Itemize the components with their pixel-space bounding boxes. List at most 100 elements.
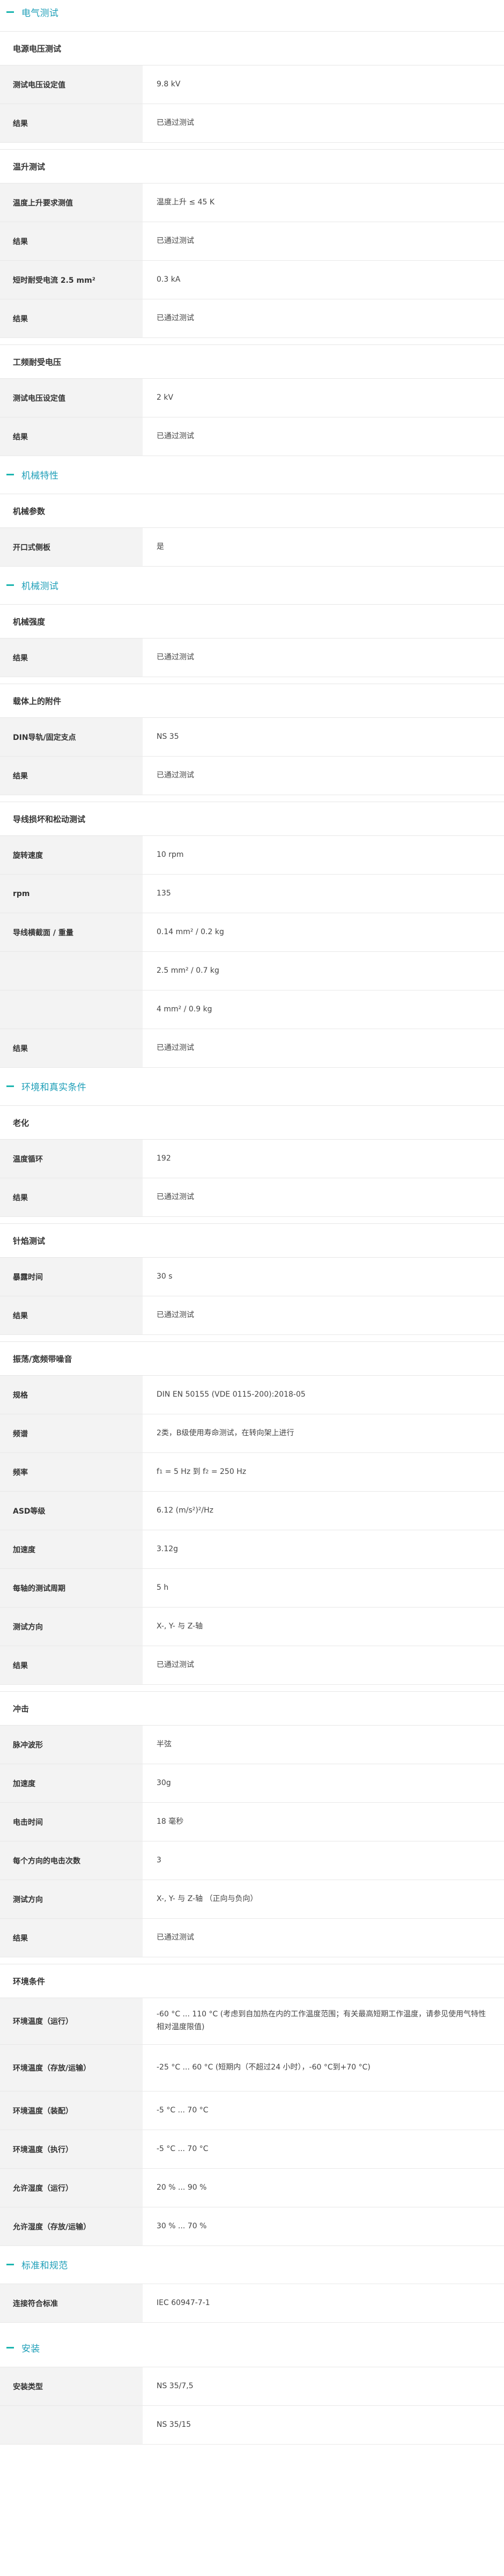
row-value: 192 bbox=[157, 1154, 171, 1163]
row-value: 30g bbox=[157, 1778, 171, 1787]
row-value: 2 kV bbox=[157, 393, 174, 402]
collapse-dash-icon bbox=[6, 584, 14, 586]
row-value: 0.14 mm² / 0.2 kg bbox=[157, 927, 224, 936]
row-label-empty bbox=[0, 2406, 143, 2444]
collapse-dash-icon bbox=[6, 11, 14, 13]
row-value: IEC 60947-7-1 bbox=[157, 2298, 210, 2307]
row-label: 允许湿度（存放/运输） bbox=[0, 2207, 143, 2245]
row-value-frequency: f1 = 5 Hz 到 f2 = 250 Hz bbox=[143, 1453, 504, 1491]
row-label: 结果 bbox=[0, 417, 143, 456]
table-row: 测试方向 X-, Y- 与 Z-轴 （正向与负向） bbox=[0, 1880, 504, 1919]
table-row: 短时耐受电流 2.5 mm² 0.3 kA bbox=[0, 261, 504, 299]
row-value: NS 35/7,5 bbox=[157, 2381, 194, 2390]
table-row: 环境温度（装配） -5 °C ... 70 °C bbox=[0, 2091, 504, 2130]
row-label: 允许湿度（运行） bbox=[0, 2169, 143, 2207]
row-label: 结果 bbox=[0, 1919, 143, 1957]
table-row: 结果 已通过测试 bbox=[0, 639, 504, 677]
table-row: 结果 已通过测试 bbox=[0, 757, 504, 795]
row-value: NS 35 bbox=[157, 732, 179, 741]
section-header-mechanical-props[interactable]: 机械特性 bbox=[0, 463, 504, 486]
row-label: 安装类型 bbox=[0, 2367, 143, 2405]
section-header-standards[interactable]: 标准和规范 bbox=[0, 2252, 504, 2276]
group-title: 机械参数 bbox=[0, 494, 504, 528]
row-label: 加速度 bbox=[0, 1764, 143, 1802]
table-row: 结果 已通过测试 bbox=[0, 1178, 504, 1217]
row-value: 已通过测试 bbox=[157, 313, 194, 322]
table-row: 电击时间 18 毫秒 bbox=[0, 1803, 504, 1841]
row-value: 18 毫秒 bbox=[157, 1817, 184, 1826]
table-row: 4 mm² / 0.9 kg bbox=[0, 990, 504, 1029]
row-label: DIN导轨/固定支点 bbox=[0, 718, 143, 756]
row-value: 已通过测试 bbox=[157, 236, 194, 245]
table-row: 结果 已通过测试 bbox=[0, 222, 504, 261]
row-label: 环境温度（装配） bbox=[0, 2091, 143, 2130]
row-label: 环境温度（执行） bbox=[0, 2130, 143, 2168]
row-label-empty bbox=[0, 990, 143, 1029]
collapse-dash-icon bbox=[6, 473, 14, 475]
row-label: 连接符合标准 bbox=[0, 2284, 143, 2322]
row-value: 3.12g bbox=[157, 1544, 179, 1553]
row-label: 测试方向 bbox=[0, 1608, 143, 1646]
table-row: 环境温度（存放/运输） -25 °C ... 60 °C (短期内（不超过24 … bbox=[0, 2045, 504, 2091]
row-label: 导线横截面 / 重量 bbox=[0, 913, 143, 951]
row-label: 每个方向的电击次数 bbox=[0, 1841, 143, 1880]
group-title: 振荡/宽频带噪音 bbox=[0, 1341, 504, 1376]
row-label: 开口式侧板 bbox=[0, 528, 143, 566]
group-title: 导线损坏和松动测试 bbox=[0, 802, 504, 836]
table-row: 温度循环 192 bbox=[0, 1140, 504, 1178]
row-value: 6.12 (m/s²)²/Hz bbox=[157, 1506, 214, 1515]
row-value: 135 bbox=[157, 889, 171, 898]
section-header-environment[interactable]: 环境和真实条件 bbox=[0, 1074, 504, 1098]
row-value: 2.5 mm² / 0.7 kg bbox=[157, 966, 219, 975]
freq-part: = 250 Hz bbox=[209, 1467, 247, 1476]
table-row: 安装类型 NS 35/7,5 bbox=[0, 2367, 504, 2406]
spec-page: 电气测试 电源电压测试 测试电压设定值 9.8 kV 结果 已通过测试 温升测试… bbox=[0, 0, 504, 2445]
row-label: 结果 bbox=[0, 1178, 143, 1216]
table-row: 结果 已通过测试 bbox=[0, 104, 504, 143]
row-value: 半弦 bbox=[157, 1740, 172, 1749]
collapse-dash-icon bbox=[6, 1085, 14, 1087]
row-value: 2类，B级使用寿命测试，在转向架上进行 bbox=[157, 1428, 294, 1437]
row-value: -60 °C ... 110 °C (考虑到自加热在内的工作温度范围；有关最高短… bbox=[157, 2010, 486, 2031]
group-title: 电源电压测试 bbox=[0, 31, 504, 65]
row-value: 20 % ... 90 % bbox=[157, 2183, 207, 2192]
table-row: 开口式侧板 是 bbox=[0, 528, 504, 567]
table-row: 环境温度（执行） -5 °C ... 70 °C bbox=[0, 2130, 504, 2169]
row-label: 结果 bbox=[0, 222, 143, 260]
group-title: 机械强度 bbox=[0, 604, 504, 639]
section-header-mechanical-tests[interactable]: 机械测试 bbox=[0, 573, 504, 597]
row-value: 已通过测试 bbox=[157, 1660, 194, 1669]
table-row: 允许湿度（运行） 20 % ... 90 % bbox=[0, 2169, 504, 2207]
section-header-electrical[interactable]: 电气测试 bbox=[0, 0, 504, 24]
row-label: 脉冲波形 bbox=[0, 1726, 143, 1764]
row-value: 30 s bbox=[157, 1272, 173, 1281]
row-label: ASD等级 bbox=[0, 1492, 143, 1530]
row-value: -5 °C ... 70 °C bbox=[157, 2144, 209, 2153]
row-label: 测试方向 bbox=[0, 1880, 143, 1918]
row-label: 电击时间 bbox=[0, 1803, 143, 1841]
row-value: 已通过测试 bbox=[157, 770, 194, 780]
table-row: 频谱 2类，B级使用寿命测试，在转向架上进行 bbox=[0, 1414, 504, 1453]
row-value: 已通过测试 bbox=[157, 1933, 194, 1942]
row-label: 加速度 bbox=[0, 1530, 143, 1568]
row-value: 0.3 kA bbox=[157, 275, 181, 284]
row-value: 温度上升 ≤ 45 K bbox=[157, 197, 215, 207]
row-value: 已通过测试 bbox=[157, 1043, 194, 1052]
section-header-installation[interactable]: 安装 bbox=[0, 2336, 504, 2359]
row-value: 已通过测试 bbox=[157, 1192, 194, 1201]
row-value: 是 bbox=[157, 542, 164, 551]
row-label: 温度循环 bbox=[0, 1140, 143, 1178]
row-value: 已通过测试 bbox=[157, 431, 194, 441]
group-title: 针焰测试 bbox=[0, 1223, 504, 1258]
table-row: 每个方向的电击次数 3 bbox=[0, 1841, 504, 1880]
group-title: 老化 bbox=[0, 1105, 504, 1140]
row-value: 3 bbox=[157, 1855, 161, 1865]
row-label: 频率 bbox=[0, 1453, 143, 1491]
collapse-dash-icon bbox=[6, 2263, 14, 2265]
row-label: 温度上升要求测值 bbox=[0, 184, 143, 222]
table-row: 频率 f1 = 5 Hz 到 f2 = 250 Hz bbox=[0, 1453, 504, 1492]
section-title: 机械特性 bbox=[21, 470, 59, 481]
group-title: 温升测试 bbox=[0, 149, 504, 184]
row-value: X-, Y- 与 Z-轴 bbox=[157, 1621, 203, 1631]
collapse-dash-icon bbox=[6, 2346, 14, 2349]
